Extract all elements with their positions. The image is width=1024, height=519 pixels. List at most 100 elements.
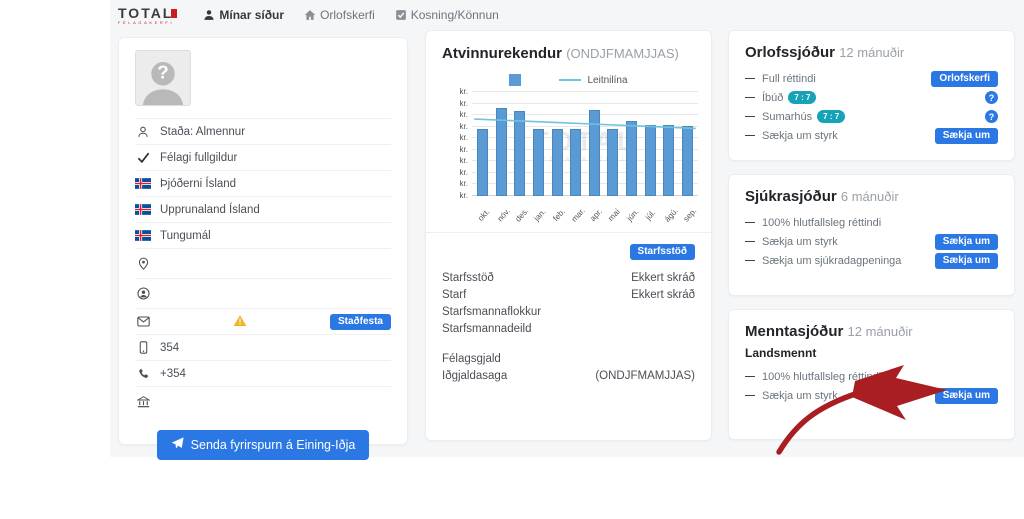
warning-icon [233, 314, 247, 330]
y-tick-label: kr. [460, 134, 468, 142]
person-icon [135, 126, 151, 138]
y-tick-label: kr. [460, 169, 468, 177]
nav-item-minar-sidur[interactable]: Mínar síður [203, 8, 284, 22]
profile-row-stada: Staða: Almennur [135, 118, 391, 144]
fund-subtitle: Landsmennt [745, 346, 998, 360]
x-tick-label: jan. [533, 196, 544, 222]
dash-icon: — [745, 371, 755, 382]
profile-row-bank [135, 386, 391, 416]
trendline [472, 92, 698, 196]
starfsstod-button[interactable]: Starfsstöð [630, 244, 695, 260]
x-tick-label: des. [514, 196, 525, 222]
help-icon[interactable]: ? [985, 91, 998, 104]
saekja-um-button[interactable]: Sækja um [935, 128, 998, 144]
fund-row-saekja-um-styrk: — Sækja um styrk Sækja um [745, 386, 998, 405]
detail-row-starf: Starf Ekkert skráð [442, 287, 695, 304]
x-tick-label: júl. [645, 196, 656, 222]
saekja-um-button[interactable]: Sækja um [935, 253, 998, 269]
menntasjodur-card: Menntasjóður 12 mánuðir Landsmennt — 100… [728, 309, 1015, 440]
fund-period: 12 mánuðir [848, 324, 913, 339]
mobile-icon [135, 341, 151, 354]
x-tick-label: apr. [589, 196, 600, 222]
fund-title: Orlofssjóður 12 mánuðir [745, 44, 998, 61]
dash-icon: — [745, 217, 755, 228]
trendline-legend: Leitnilína [559, 75, 627, 86]
availability-badge: 7 : 7 [788, 91, 816, 104]
x-labels: okt.nóv.des.jan.feb.mar.apr.maíjún.júl.á… [472, 196, 698, 222]
paper-plane-icon [171, 437, 184, 453]
avatar: ? [135, 50, 191, 106]
fund-row-hlutfallsleg-rettindi: — 100% hlutfallsleg réttindi [745, 367, 998, 386]
iceland-flag-icon [135, 230, 151, 241]
dash-icon: — [745, 130, 755, 141]
y-tick-label: kr. [460, 180, 468, 188]
y-tick-label: kr. [460, 111, 468, 119]
saekja-um-button[interactable]: Sækja um [935, 388, 998, 404]
stadfesta-button[interactable]: Staðfesta [330, 314, 391, 330]
fund-row-full-rettindi: — Full réttindi Orlofskerfi [745, 69, 998, 88]
y-tick-label: kr. [460, 146, 468, 154]
orlofskerfi-button[interactable]: Orlofskerfi [931, 71, 998, 87]
check-icon [135, 152, 151, 163]
person-icon [203, 9, 215, 21]
sjukrasjodur-card: Sjúkrasjóður 6 mánuðir — 100% hlutfallsl… [728, 174, 1015, 296]
orlofssjodur-card: Orlofssjóður 12 mánuðir — Full réttindi … [728, 30, 1015, 161]
profile-row-phone: +354 [135, 360, 391, 386]
x-tick-label: mar. [570, 196, 581, 222]
bar-series-legend-swatch [509, 74, 521, 86]
fund-period: 12 mánuðir [839, 45, 904, 60]
y-tick-label: kr. [460, 123, 468, 131]
bar-chart: TOTALFÉLAGAKERFI kr.kr.kr.kr.kr.kr.kr.kr… [472, 92, 698, 222]
fund-row-sumarhus: — Sumarhús7 : 7 ? [745, 107, 998, 126]
nav-item-kosning-konnun[interactable]: Kosning/Könnun [395, 8, 499, 22]
profile-row-thjodherni: Þjóðerni Ísland [135, 170, 391, 196]
y-tick-label: kr. [460, 88, 468, 96]
x-tick-label: jún. [626, 196, 637, 222]
x-tick-label: nóv. [496, 196, 507, 222]
dash-icon: — [745, 255, 755, 266]
availability-badge: 7 : 7 [817, 110, 845, 123]
dash-icon: — [745, 236, 755, 247]
divider [426, 232, 711, 233]
employers-title-suffix: (ONDJFMAMJJAS) [566, 46, 679, 61]
profile-row-email: Staðfesta [135, 308, 391, 334]
chart-plot-area: TOTALFÉLAGAKERFI kr.kr.kr.kr.kr.kr.kr.kr… [472, 92, 698, 196]
iceland-flag-icon [135, 204, 151, 215]
top-navbar: TOTAL FÉLAGAKERFI Mínar síður Orlofskerf… [118, 3, 499, 27]
detail-row-felagsgjald: Félagsgjald [442, 351, 695, 368]
logo-title: TOTAL [118, 6, 177, 20]
x-tick-label: maí [607, 196, 618, 222]
x-tick-label: sep. [682, 196, 693, 222]
saekja-um-button[interactable]: Sækja um [935, 234, 998, 250]
dash-icon: — [745, 92, 755, 103]
person-circle-icon [135, 287, 151, 300]
nav-item-orlofskerfi[interactable]: Orlofskerfi [304, 8, 375, 22]
x-tick-label: feb. [552, 196, 563, 222]
logo-subtitle: FÉLAGAKERFI [118, 21, 177, 25]
employers-title: Atvinnurekendur (ONDJFMAMJJAS) [442, 45, 695, 62]
location-pin-icon [135, 257, 151, 270]
check-square-icon [395, 9, 407, 21]
fund-row-ibud: — Íbúð7 : 7 ? [745, 88, 998, 107]
x-tick-label: ágú. [663, 196, 674, 222]
fund-row-hlutfallsleg-rettindi: — 100% hlutfallsleg réttindi [745, 213, 998, 232]
bank-icon [135, 396, 151, 408]
fund-title: Menntasjóður 12 mánuðir [745, 323, 998, 340]
profile-row-username [135, 278, 391, 308]
detail-row-starfsmannaflokkur: Starfsmannaflokkur [442, 304, 695, 321]
profile-row-upprunaland: Upprunaland Ísland [135, 196, 391, 222]
profile-row-tungumal: Tungumál [135, 222, 391, 248]
dash-icon: — [745, 111, 755, 122]
envelope-icon [135, 316, 151, 327]
total-logo[interactable]: TOTAL FÉLAGAKERFI [118, 6, 177, 25]
detail-row-starfsstod: Starfsstöð Ekkert skráð [442, 270, 695, 287]
profile-row-felagi: Félagi fullgildur [135, 144, 391, 170]
dash-icon: — [745, 390, 755, 401]
help-icon[interactable]: ? [985, 110, 998, 123]
logo-red-block-icon [171, 9, 177, 18]
send-inquiry-button[interactable]: Senda fyrirspurn á Eining-Iðja [157, 430, 370, 460]
profile-card: ? Staða: Almennur Félagi fullgildur Þjóð… [118, 37, 408, 445]
y-tick-label: kr. [460, 100, 468, 108]
dash-icon: — [745, 73, 755, 84]
y-labels: kr.kr.kr.kr.kr.kr.kr.kr.kr.kr. [446, 92, 468, 196]
